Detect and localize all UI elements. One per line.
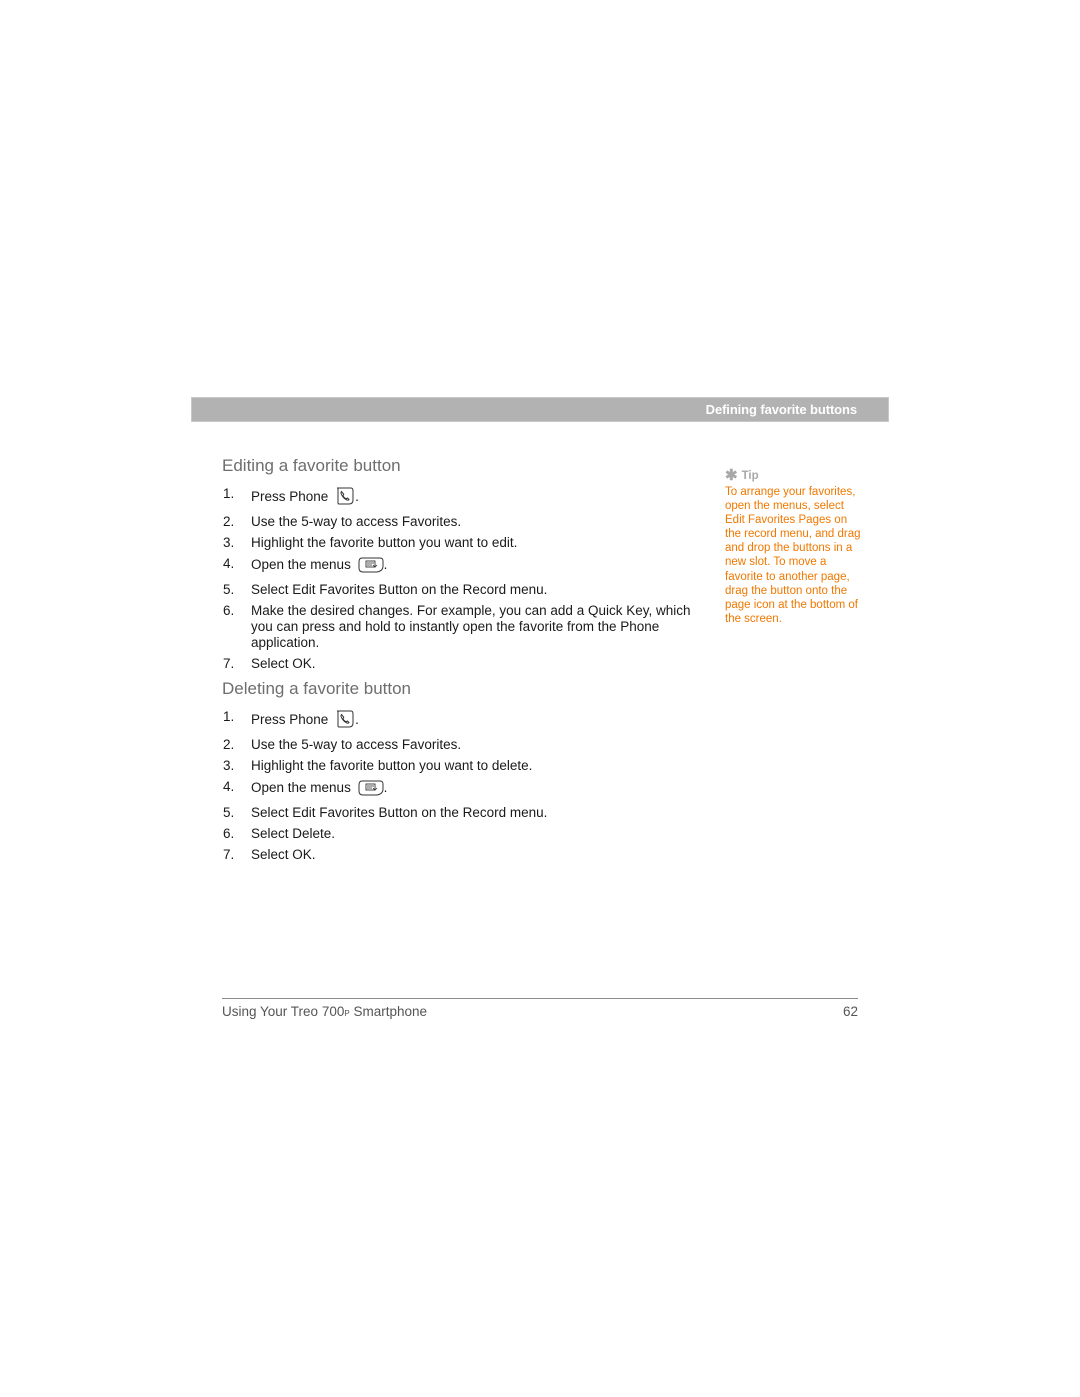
list-item: 5. Select Edit Favorites Button on the R…: [222, 805, 697, 821]
menu-key-icon: [358, 556, 384, 577]
step-text: Use the 5-way to access Favorites.: [251, 737, 462, 752]
step-text: Make the desired changes. For example, y…: [251, 603, 691, 650]
list-item: 5. Select Edit Favorites Button on the R…: [222, 582, 697, 598]
phone-key-icon: [335, 486, 355, 509]
step-suffix: .: [355, 489, 359, 504]
deleting-steps-list: 1. Press Phone . 2. Use the 5-way to acc…: [222, 709, 697, 868]
list-item: 3. Highlight the favorite button you wan…: [222, 758, 697, 774]
step-number: 4.: [223, 556, 235, 571]
footer-title-prefix: Using Your Treo 700: [222, 1004, 345, 1019]
menu-key-icon: [358, 779, 384, 800]
step-number: 2.: [223, 737, 235, 752]
step-number: 7.: [223, 656, 235, 671]
list-item: 6. Select Delete.: [222, 826, 697, 842]
step-number: 4.: [223, 779, 235, 794]
step-number: 5.: [223, 805, 235, 820]
step-number: 6.: [223, 826, 235, 841]
step-text: Open the menus: [251, 780, 351, 795]
step-text: Highlight the favorite button you want t…: [251, 535, 518, 550]
section-header-bar: Defining favorite buttons: [191, 397, 889, 422]
list-item: 2. Use the 5-way to access Favorites.: [222, 737, 697, 753]
step-number: 2.: [223, 514, 235, 529]
list-item: 7. Select OK.: [222, 656, 697, 672]
deleting-section-title: Deleting a favorite button: [222, 679, 412, 698]
phone-key-icon: [335, 709, 355, 732]
list-item: 4. Open the menus .: [222, 779, 697, 800]
tip-sidebar: ✱ Tip To arrange your favorites, open th…: [725, 467, 865, 626]
page-number: 62: [842, 1004, 858, 1019]
footer-divider: [222, 998, 858, 999]
step-number: 6.: [223, 603, 235, 618]
step-number: 5.: [223, 582, 235, 597]
step-number: 3.: [223, 758, 235, 773]
tip-body: To arrange your favorites, open the menu…: [725, 486, 861, 625]
step-text: Highlight the favorite button you want t…: [251, 758, 533, 773]
step-number: 7.: [223, 847, 235, 862]
step-text: Select OK.: [251, 656, 316, 671]
step-text: Select Edit Favorites Button on the Reco…: [251, 582, 548, 597]
step-suffix: .: [355, 712, 359, 727]
list-item: 4. Open the menus .: [222, 556, 697, 577]
asterisk-icon: ✱: [725, 467, 738, 484]
editing-section-title: Editing a favorite button: [222, 456, 401, 475]
tip-header: ✱ Tip: [725, 467, 865, 484]
step-text: Select OK.: [251, 847, 316, 862]
step-text: Select Edit Favorites Button on the Reco…: [251, 805, 548, 820]
list-item: 1. Press Phone .: [222, 486, 697, 509]
step-text: Open the menus: [251, 557, 351, 572]
editing-steps-list: 1. Press Phone . 2. Use the 5-way to acc…: [222, 486, 697, 677]
list-item: 3. Highlight the favorite button you wan…: [222, 535, 697, 551]
section-header-title: Defining favorite buttons: [705, 402, 857, 417]
step-text: Press Phone: [251, 489, 329, 504]
list-item: 2. Use the 5-way to access Favorites.: [222, 514, 697, 530]
step-text: Use the 5-way to access Favorites.: [251, 514, 462, 529]
footer-book-title: Using Your Treo 700P Smartphone: [222, 1004, 427, 1019]
list-item: 1. Press Phone .: [222, 709, 697, 732]
tip-label: Tip: [741, 470, 759, 482]
step-text: Select Delete.: [251, 826, 336, 841]
step-number: 3.: [223, 535, 235, 550]
step-number: 1.: [223, 709, 235, 724]
list-item: 6. Make the desired changes. For example…: [222, 603, 697, 651]
list-item: 7. Select OK.: [222, 847, 697, 863]
step-suffix: .: [383, 780, 388, 795]
step-suffix: .: [383, 557, 388, 572]
step-number: 1.: [223, 486, 235, 501]
footer-title-suffix: Smartphone: [349, 1004, 427, 1019]
step-text: Press Phone: [251, 712, 329, 727]
